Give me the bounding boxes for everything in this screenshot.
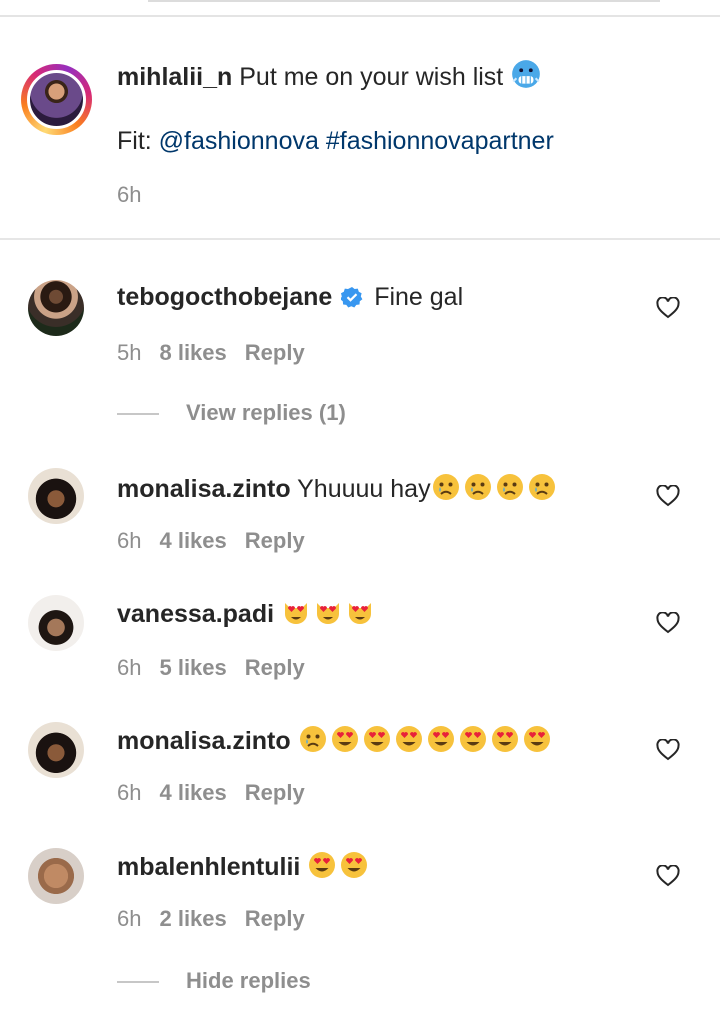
caption-text: mihlalii_n Put me on your wish list <box>117 58 544 93</box>
comment-text: vanessa.padi <box>117 597 377 630</box>
heart-icon[interactable] <box>656 612 680 634</box>
cold-face-emoji-icon <box>512 60 541 88</box>
caption-body: Put me on your wish list <box>232 63 504 91</box>
heart-eyes-emoji-icon <box>309 852 336 878</box>
heart-eyes-emoji-icon <box>395 726 422 752</box>
likes-count[interactable]: 8 likes <box>159 340 226 365</box>
likes-count[interactable]: 4 likes <box>159 528 226 553</box>
comment-username[interactable]: tebogocthobejane <box>117 283 332 311</box>
comment-meta: 6h 4 likes Reply <box>117 528 323 554</box>
replies-divider <box>117 981 159 983</box>
comment-meta: 6h 4 likes Reply <box>117 780 323 806</box>
caption-username[interactable]: mihlalii_n <box>117 63 232 91</box>
comment-body: Yhuuuu hay <box>290 475 431 503</box>
heart-eyes-emoji-icon <box>363 726 390 752</box>
reply-button[interactable]: Reply <box>245 528 305 553</box>
caption-divider <box>0 238 720 240</box>
heart-icon[interactable] <box>656 865 680 887</box>
heart-icon[interactable] <box>656 297 680 319</box>
crying-face-emoji-icon <box>299 726 326 752</box>
crying-face-emoji-icon <box>432 474 459 500</box>
comment-username[interactable]: monalisa.zinto <box>117 727 291 755</box>
crying-face-emoji-icon <box>496 474 523 500</box>
comment-username[interactable]: monalisa.zinto <box>117 475 291 503</box>
heart-eyes-emoji-icon <box>523 726 550 752</box>
comments-screen: mihlalii_n Put me on your wish list Fit:… <box>0 0 720 1012</box>
caption-timestamp: 6h <box>117 182 142 207</box>
avatar[interactable] <box>28 468 84 524</box>
crying-face-emoji-icon <box>528 474 555 500</box>
reply-button[interactable]: Reply <box>245 340 305 365</box>
caption-fit-line: Fit: @fashionnova #fashionnovapartner <box>117 125 554 157</box>
avatar[interactable] <box>28 722 84 778</box>
emoji-row <box>307 852 371 881</box>
comment-text: mbalenhlentulii <box>117 850 371 883</box>
heart-eyes-emoji-icon <box>341 852 368 878</box>
heart-eyes-cat-emoji-icon <box>348 603 371 624</box>
avatar[interactable] <box>28 280 84 336</box>
comment-time: 6h <box>117 906 142 931</box>
replies-divider <box>117 413 159 415</box>
heart-icon[interactable] <box>656 485 680 507</box>
comment-time: 6h <box>117 528 142 553</box>
likes-count[interactable]: 4 likes <box>159 780 226 805</box>
comment-text: tebogocthobejane Fine gal <box>117 281 463 313</box>
heart-eyes-emoji-icon <box>331 726 358 752</box>
emoji-row <box>431 474 559 503</box>
comment-username[interactable]: mbalenhlentulii <box>117 853 300 881</box>
likes-count[interactable]: 5 likes <box>159 655 226 680</box>
avatar[interactable] <box>28 595 84 651</box>
hide-replies-button[interactable]: Hide replies <box>186 968 311 994</box>
comment-body <box>274 600 281 628</box>
likes-count[interactable]: 2 likes <box>159 906 226 931</box>
avatar[interactable] <box>28 848 84 904</box>
post-caption: mihlalii_n Put me on your wish list Fit:… <box>0 17 720 240</box>
mention-link[interactable]: @fashionnova <box>159 127 319 155</box>
heart-eyes-emoji-icon <box>427 726 454 752</box>
comment-text: monalisa.zinto Yhuuuu hay <box>117 472 559 505</box>
comment-meta: 5h 8 likes Reply <box>117 340 323 366</box>
emoji-row <box>298 726 554 755</box>
heart-eyes-cat-emoji-icon <box>316 603 339 624</box>
heart-icon[interactable] <box>656 739 680 761</box>
comment-time: 6h <box>117 780 142 805</box>
view-replies-button[interactable]: View replies (1) <box>186 400 346 426</box>
comment-time: 5h <box>117 340 142 365</box>
comment-meta: 6h 2 likes Reply <box>117 906 323 932</box>
heart-eyes-cat-emoji-icon <box>284 603 307 624</box>
verified-badge-icon <box>341 287 363 308</box>
comment-time: 6h <box>117 655 142 680</box>
reply-button[interactable]: Reply <box>245 655 305 680</box>
heart-eyes-emoji-icon <box>491 726 518 752</box>
comment-body: Fine gal <box>374 283 464 311</box>
crying-face-emoji-icon <box>464 474 491 500</box>
hashtag-link[interactable]: #fashionnovapartner <box>326 127 554 155</box>
avatar[interactable] <box>27 70 86 129</box>
heart-eyes-emoji-icon <box>459 726 486 752</box>
comment-body <box>291 727 298 755</box>
fit-prefix: Fit: <box>117 127 159 155</box>
story-ring[interactable] <box>21 64 92 135</box>
reply-button[interactable]: Reply <box>245 780 305 805</box>
emoji-row <box>281 600 377 628</box>
comment-text: monalisa.zinto <box>117 724 554 757</box>
comment-meta: 6h 5 likes Reply <box>117 655 323 681</box>
comment-username[interactable]: vanessa.padi <box>117 600 274 628</box>
reply-button[interactable]: Reply <box>245 906 305 931</box>
